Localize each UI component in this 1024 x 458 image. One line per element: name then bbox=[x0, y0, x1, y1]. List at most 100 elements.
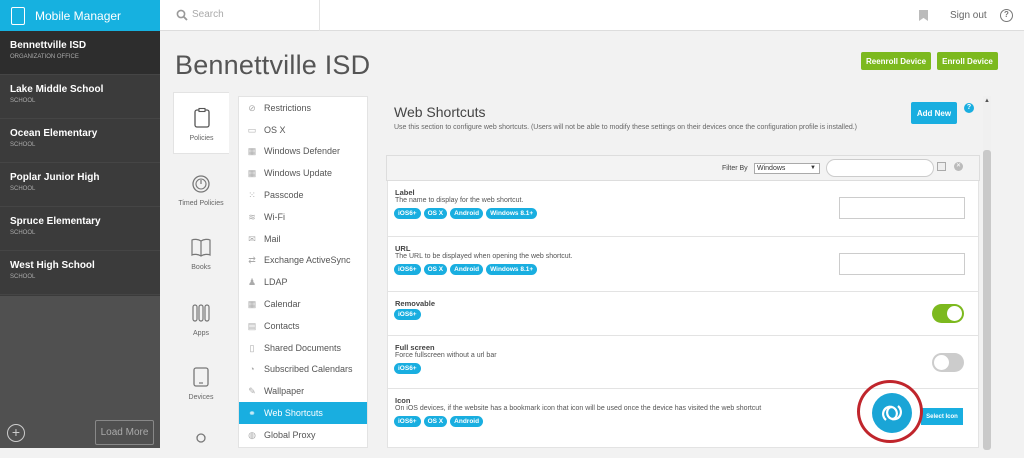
org-type: SCHOOL bbox=[10, 186, 36, 192]
category-devices[interactable]: Devices bbox=[173, 366, 229, 401]
platform-badge: Windows 8.1+ bbox=[486, 208, 538, 219]
category-users[interactable] bbox=[173, 430, 229, 458]
menu-item-calendar[interactable]: ▦ Calendar bbox=[239, 293, 367, 315]
book-icon bbox=[191, 238, 211, 257]
grid-icon: ▦ bbox=[247, 146, 257, 157]
menu-item-label: LDAP bbox=[264, 277, 288, 288]
menu-item-windows-defender[interactable]: ▦ Windows Defender bbox=[239, 141, 367, 163]
person-icon: ♟ bbox=[247, 277, 257, 288]
menu-item-label: Windows Update bbox=[264, 168, 333, 179]
help-icon[interactable]: ? bbox=[1000, 9, 1013, 22]
load-more-button[interactable]: Load More bbox=[95, 420, 154, 445]
platform-badge: OS X bbox=[423, 416, 448, 427]
platform-tags: iOS6+ OS X Android Windows 8.1+ bbox=[394, 208, 538, 219]
search-input[interactable]: Search bbox=[192, 9, 224, 20]
platform-badge: Android bbox=[450, 208, 484, 219]
menu-item-subscribed-calendars[interactable]: ◔ Subscribed Calendars bbox=[239, 359, 367, 381]
toggle-switch[interactable] bbox=[932, 352, 964, 372]
field-row-url: URL The URL to be displayed when opening … bbox=[387, 237, 979, 292]
platform-tags: iOS6+ bbox=[394, 363, 421, 374]
menu-item-wallpaper[interactable]: ✎ Wallpaper bbox=[239, 380, 367, 402]
category-policies[interactable]: Policies bbox=[173, 92, 229, 154]
add-new-button[interactable]: Add New bbox=[911, 102, 957, 124]
platform-badge: Android bbox=[450, 264, 484, 275]
field-label: Label bbox=[395, 188, 415, 197]
wifi-icon: ≋ bbox=[248, 211, 256, 222]
field-row-removable: Removable iOS6+ bbox=[387, 292, 979, 336]
tablet-icon bbox=[193, 367, 209, 387]
field-description: The URL to be displayed when opening the… bbox=[395, 253, 573, 260]
top-bar bbox=[160, 0, 1024, 31]
org-name: Spruce Elementary bbox=[10, 216, 101, 227]
sidebar-item-org[interactable]: Spruce Elementary SCHOOL bbox=[0, 207, 160, 251]
menu-item-os-x[interactable]: ▭ OS X bbox=[239, 119, 367, 141]
platform-badge: OS X bbox=[423, 264, 448, 275]
close-icon[interactable]: ✕ bbox=[954, 162, 963, 171]
org-type: ORGANIZATION OFFICE bbox=[10, 54, 79, 60]
menu-item-label: Subscribed Calendars bbox=[264, 364, 353, 375]
field-input[interactable] bbox=[839, 253, 965, 275]
menu-item-wi-fi[interactable]: ≋ Wi-Fi bbox=[239, 206, 367, 228]
menu-item-web-shortcuts[interactable]: ⚭ Web Shortcuts bbox=[239, 402, 367, 424]
menu-item-label: Web Shortcuts bbox=[264, 408, 323, 419]
menu-item-mail[interactable]: ✉ Mail bbox=[239, 228, 367, 250]
category-label: Books bbox=[191, 264, 211, 271]
help-icon[interactable]: ? bbox=[964, 103, 974, 113]
menu-item-label: Shared Documents bbox=[264, 342, 342, 353]
field-input[interactable] bbox=[839, 197, 965, 219]
sidebar-item-org[interactable]: Bennettville ISD ORGANIZATION OFFICE bbox=[0, 31, 160, 75]
org-name: Poplar Junior High bbox=[10, 172, 100, 183]
org-type: SCHOOL bbox=[10, 274, 36, 280]
menu-item-label: Calendar bbox=[264, 299, 301, 310]
menu-item-restrictions[interactable]: ⊘ Restrictions bbox=[239, 97, 367, 119]
sidebar-item-org[interactable]: Poplar Junior High SCHOOL bbox=[0, 163, 160, 207]
reenroll-device-button[interactable]: Reenroll Device bbox=[861, 52, 931, 70]
highlight-circle bbox=[857, 380, 923, 443]
menu-item-label: Restrictions bbox=[264, 102, 312, 113]
toggle-switch[interactable] bbox=[932, 304, 964, 323]
category-apps[interactable]: Apps bbox=[173, 302, 229, 337]
contacts-icon: ▤ bbox=[247, 320, 257, 331]
sidebar-item-org[interactable]: Ocean Elementary SCHOOL bbox=[0, 119, 160, 163]
sign-out-link[interactable]: Sign out bbox=[950, 10, 987, 21]
enroll-device-button[interactable]: Enroll Device bbox=[937, 52, 998, 70]
menu-item-passcode[interactable]: ⁙ Passcode bbox=[239, 184, 367, 206]
scroll-up-arrow[interactable]: ▲ bbox=[983, 98, 991, 104]
category-books[interactable]: Books bbox=[173, 236, 229, 271]
category-label: Timed Policies bbox=[178, 200, 224, 207]
scrollbar-thumb[interactable] bbox=[983, 150, 991, 450]
phone-icon bbox=[11, 6, 25, 25]
sidebar-item-org[interactable]: Lake Middle School SCHOOL bbox=[0, 75, 160, 119]
field-description: On iOS devices, if the website has a boo… bbox=[395, 405, 762, 412]
category-timed-policies[interactable]: Timed Policies bbox=[173, 172, 229, 207]
add-organization-button[interactable]: + bbox=[7, 424, 25, 442]
menu-item-global-proxy[interactable]: ◍ Global Proxy bbox=[239, 424, 367, 446]
platform-tags: iOS6+ OS X Android Windows 8.1+ bbox=[394, 264, 538, 275]
menu-item-label: OS X bbox=[264, 124, 286, 135]
link-icon: ⚭ bbox=[248, 408, 256, 419]
menu-item-shared-documents[interactable]: ▯ Shared Documents bbox=[239, 337, 367, 359]
filter-select[interactable]: Windows ▼ bbox=[754, 163, 820, 174]
menu-item-contacts[interactable]: ▤ Contacts bbox=[239, 315, 367, 337]
platform-badge: iOS6+ bbox=[394, 309, 421, 320]
app-brand[interactable]: Mobile Manager bbox=[0, 0, 160, 31]
export-icon[interactable] bbox=[937, 162, 946, 171]
select-icon-button[interactable]: Select Icon bbox=[921, 408, 963, 425]
platform-badge: iOS6+ bbox=[394, 416, 421, 427]
platform-badge: OS X bbox=[423, 208, 448, 219]
category-label: Policies bbox=[189, 135, 214, 142]
menu-item-windows-update[interactable]: ▦ Windows Update bbox=[239, 162, 367, 184]
platform-badge: iOS6+ bbox=[394, 264, 421, 275]
menu-item-ldap[interactable]: ♟ LDAP bbox=[239, 271, 367, 293]
globe-icon: ◍ bbox=[248, 429, 256, 440]
sidebar-item-org[interactable]: West High School SCHOOL bbox=[0, 251, 160, 295]
chevron-down-icon: ▼ bbox=[810, 165, 816, 171]
category-label: Apps bbox=[193, 330, 209, 337]
clipboard-icon bbox=[193, 107, 210, 128]
menu-item-exchange-activesync[interactable]: ⇄ Exchange ActiveSync bbox=[239, 250, 367, 272]
org-name: West High School bbox=[10, 260, 95, 271]
org-sidebar: Bennettville ISD ORGANIZATION OFFICE Lake … bbox=[0, 31, 160, 296]
menu-item-label: Global Proxy bbox=[264, 429, 316, 440]
filter-search-input[interactable] bbox=[826, 159, 934, 177]
field-label: Removable bbox=[395, 299, 436, 308]
